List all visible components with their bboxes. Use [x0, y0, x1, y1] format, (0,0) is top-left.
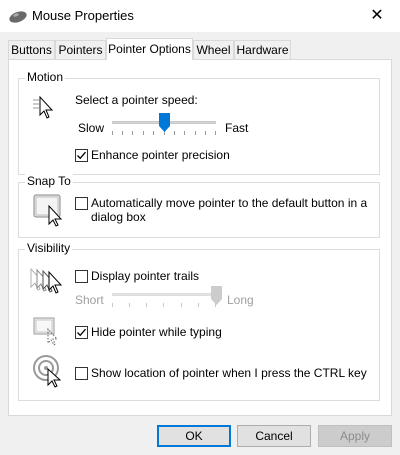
pointer-trails-label: Display pointer trails: [91, 269, 200, 283]
long-label: Long: [227, 293, 254, 307]
checkmark-icon: [77, 328, 86, 337]
pointer-trails-checkbox[interactable]: [75, 270, 88, 283]
pointer-options-panel: Motion Select a pointer speed: Slow Fast: [8, 59, 392, 416]
snap-to-label-line2: dialog box: [91, 210, 146, 224]
short-label: Short: [75, 293, 104, 307]
fast-label: Fast: [225, 121, 249, 135]
ok-button[interactable]: OK: [157, 425, 231, 447]
show-location-checkbox[interactable]: [75, 367, 88, 380]
snap-to-checkbox[interactable]: [75, 197, 88, 210]
tab-buttons[interactable]: Buttons: [8, 40, 55, 59]
checkmark-icon: [77, 151, 86, 160]
enhance-precision-checkbox[interactable]: [75, 149, 88, 162]
hide-pointer-label: Hide pointer while typing: [91, 325, 222, 339]
show-location-icon: [33, 354, 67, 388]
snap-to-button-icon: [33, 193, 67, 227]
slow-label: Slow: [78, 121, 105, 135]
close-button[interactable]: ✕: [354, 0, 400, 32]
pointer-speed-slider[interactable]: [158, 113, 170, 135]
hide-pointer-checkbox[interactable]: [75, 326, 88, 339]
enhance-precision-label: Enhance pointer precision: [91, 148, 230, 162]
mouse-properties-window: Mouse Properties ✕ Buttons Pointers Poin…: [0, 0, 400, 455]
tab-wheel[interactable]: Wheel: [193, 40, 234, 59]
pointer-speed-icon: [33, 95, 57, 121]
pointer-speed-label: Select a pointer speed:: [75, 93, 198, 107]
show-location-label: Show location of pointer when I press th…: [91, 366, 367, 380]
visibility-group: Visibility Display pointer trails Short …: [18, 241, 380, 401]
mouse-icon: [8, 9, 28, 23]
motion-group-label: Motion: [25, 70, 66, 84]
pointer-trails-icon: [29, 267, 69, 297]
tab-pointer-options[interactable]: Pointer Options: [106, 38, 193, 60]
window-title: Mouse Properties: [32, 8, 134, 23]
snap-to-label-line1: Automatically move pointer to the defaul…: [91, 196, 368, 210]
tab-pointers[interactable]: Pointers: [55, 40, 106, 59]
trail-length-ticks: [112, 303, 216, 307]
visibility-group-label: Visibility: [25, 241, 73, 255]
hide-pointer-icon: [33, 316, 63, 346]
apply-button[interactable]: Apply: [318, 425, 392, 447]
title-bar: Mouse Properties ✕: [0, 0, 400, 32]
tab-hardware[interactable]: Hardware: [234, 40, 291, 59]
trail-length-slider[interactable]: [210, 286, 222, 308]
snap-to-group-label: Snap To: [25, 174, 73, 188]
trail-length-track: [112, 293, 216, 296]
motion-group: Motion Select a pointer speed: Slow Fast: [18, 70, 380, 175]
close-icon: ✕: [370, 7, 384, 24]
cancel-button[interactable]: Cancel: [237, 425, 311, 447]
snap-to-group: Snap To Automatically move pointer to th…: [18, 174, 380, 238]
